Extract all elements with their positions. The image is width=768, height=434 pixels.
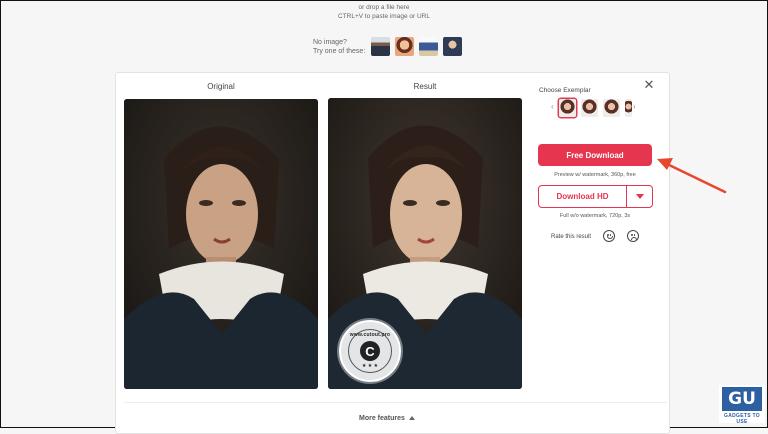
more-features-label: More features <box>359 415 405 422</box>
cutout-watermark: www.cutout.pro C ★ ★ ★ <box>339 320 401 382</box>
section-divider <box>124 402 667 403</box>
more-features-toggle[interactable]: More features <box>359 415 415 422</box>
watermark-logo: C <box>360 341 380 361</box>
logo-mark: GU <box>722 387 762 411</box>
close-icon[interactable]: ✕ <box>643 78 655 91</box>
chevron-right-icon[interactable]: › <box>633 102 636 111</box>
paste-hint: CTRL+V to paste image or URL <box>338 13 430 20</box>
sample-image-1[interactable] <box>371 37 391 56</box>
download-hd-button[interactable]: Download HD <box>539 186 626 207</box>
caret-up-icon <box>408 416 415 421</box>
original-title: Original <box>207 82 235 91</box>
exemplar-thumb-4[interactable] <box>625 99 632 117</box>
no-image-text: No image? <box>313 38 347 46</box>
sample-images-label: No image? Try one of these: <box>313 38 365 56</box>
sample-images-row: No image? Try one of these: <box>313 37 467 56</box>
caret-down-icon <box>635 194 644 199</box>
chevron-left-icon[interactable]: ‹ <box>551 102 554 111</box>
sample-image-4[interactable] <box>443 37 463 56</box>
sample-image-3[interactable] <box>419 37 439 56</box>
exemplar-thumb-2[interactable] <box>581 99 598 117</box>
original-photo <box>124 99 318 389</box>
smiley-face-icon[interactable] <box>603 230 615 242</box>
exemplar-thumb-1[interactable] <box>559 99 576 117</box>
preview-note: Preview w/ watermark, 360p, free <box>554 172 636 178</box>
sample-image-2[interactable] <box>395 37 415 56</box>
watermark-ring: www.cutout.pro C ★ ★ ★ <box>348 329 392 373</box>
download-hd-dropdown[interactable] <box>626 186 652 207</box>
full-note: Full w/o watermark, 720p, 3s <box>559 213 631 219</box>
watermark-text: www.cutout.pro <box>349 332 391 338</box>
exemplar-label: Choose Exemplar <box>539 87 591 94</box>
result-title: Result <box>413 82 437 91</box>
sad-face-icon[interactable] <box>627 230 639 242</box>
gadgets-to-use-logo: GU GADGETS TO USE <box>719 385 765 425</box>
download-hd-button-group: Download HD <box>538 185 653 208</box>
rate-label: Rate this result <box>551 234 592 240</box>
drop-hint: or drop a file here <box>358 4 410 11</box>
logo-text: GADGETS TO USE <box>724 413 760 425</box>
watermark-stars: ★ ★ ★ <box>361 363 379 369</box>
free-download-button[interactable]: Free Download <box>538 144 652 166</box>
try-these-text: Try one of these: <box>313 47 366 55</box>
exemplar-thumb-3[interactable] <box>603 99 620 117</box>
red-arrow-icon <box>657 158 727 194</box>
